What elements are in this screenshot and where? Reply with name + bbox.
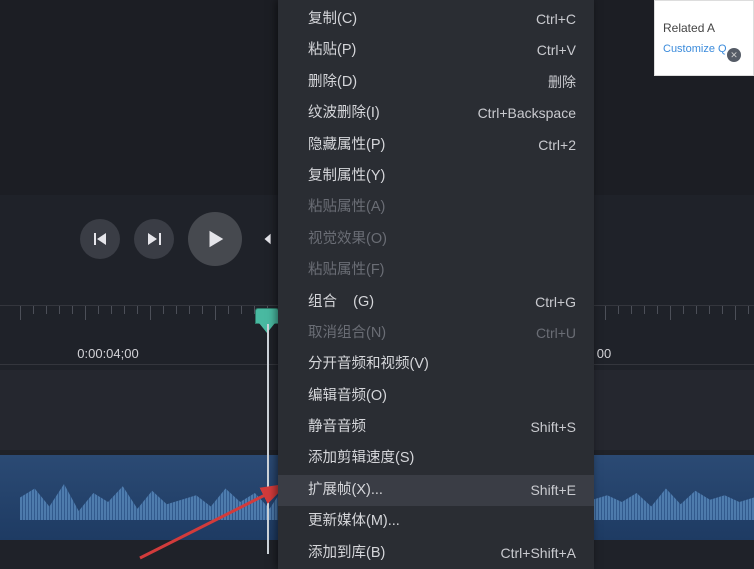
ruler-tick — [657, 306, 658, 314]
menu-item-shortcut: Shift+S — [530, 419, 576, 436]
menu-item-label: 扩展帧(X)... — [308, 482, 530, 499]
close-icon[interactable]: ✕ — [727, 48, 741, 62]
menu-item-label: 添加剪辑速度(S) — [308, 450, 576, 467]
menu-item-shortcut: Ctrl+C — [536, 11, 576, 28]
menu-item[interactable]: 复制属性(Y) — [278, 161, 594, 192]
menu-item[interactable]: 复制(C)Ctrl+C — [278, 4, 594, 35]
menu-item-label: 添加到库(B) — [308, 545, 501, 562]
menu-item-label: 编辑音频(O) — [308, 388, 576, 405]
ruler-tick — [670, 306, 671, 320]
menu-item-shortcut: Ctrl+U — [536, 325, 576, 342]
menu-item[interactable]: 更新媒体(M)... — [278, 506, 594, 537]
ruler-time-label: 00 — [597, 346, 611, 361]
ruler-tick — [137, 306, 138, 314]
menu-item-shortcut: 删除 — [548, 74, 576, 91]
ruler-tick — [124, 306, 125, 314]
menu-item-label: 视觉效果(O) — [308, 231, 576, 248]
ruler-tick — [98, 306, 99, 314]
ruler-tick — [46, 306, 47, 314]
menu-item[interactable]: 粘贴(P)Ctrl+V — [278, 35, 594, 66]
ruler-tick — [59, 306, 60, 314]
menu-item-shortcut: Ctrl+V — [537, 42, 576, 59]
menu-item-label: 分开音频和视频(V) — [308, 356, 576, 373]
menu-item-shortcut: Ctrl+Shift+A — [501, 545, 576, 562]
ruler-tick — [605, 306, 606, 320]
menu-item-label: 删除(D) — [308, 74, 548, 91]
menu-item-label: 粘贴属性(A) — [308, 199, 576, 216]
ruler-tick — [618, 306, 619, 314]
menu-item-label: 粘贴属性(F) — [308, 262, 576, 279]
ruler-tick — [176, 306, 177, 314]
step-back-button[interactable] — [256, 219, 280, 259]
ruler-tick — [33, 306, 34, 314]
menu-item-label: 取消组合(N) — [308, 325, 536, 342]
ruler-tick — [85, 306, 86, 320]
menu-item[interactable]: 静音音频Shift+S — [278, 412, 594, 443]
ruler-tick — [241, 306, 242, 314]
ruler-tick — [202, 306, 203, 314]
context-menu: 复制(C)Ctrl+C粘贴(P)Ctrl+V删除(D)删除纹波删除(I)Ctrl… — [278, 0, 594, 569]
related-label: Related A — [663, 21, 745, 35]
ruler-tick — [696, 306, 697, 314]
menu-item[interactable]: 编辑音频(O) — [278, 381, 594, 412]
menu-item[interactable]: 隐藏属性(P)Ctrl+2 — [278, 130, 594, 161]
ruler-tick — [631, 306, 632, 314]
menu-item[interactable]: 组合 (G)Ctrl+G — [278, 287, 594, 318]
ruler-tick — [683, 306, 684, 314]
menu-item: 取消组合(N)Ctrl+U — [278, 318, 594, 349]
menu-item-label: 纹波删除(I) — [308, 105, 478, 122]
menu-item-label: 复制属性(Y) — [308, 168, 576, 185]
menu-item-label: 粘贴(P) — [308, 42, 537, 59]
menu-item-shortcut: Ctrl+G — [535, 294, 576, 311]
ruler-tick — [163, 306, 164, 314]
ruler-tick — [20, 306, 21, 320]
ruler-tick — [748, 306, 749, 314]
playhead-handle[interactable] — [255, 308, 279, 324]
next-frame-button[interactable] — [134, 219, 174, 259]
transport-controls — [80, 212, 280, 266]
ruler-tick — [150, 306, 151, 320]
ruler-tick — [215, 306, 216, 320]
menu-item[interactable]: 添加剪辑速度(S) — [278, 443, 594, 474]
ruler-tick — [735, 306, 736, 320]
ruler-tick — [709, 306, 710, 314]
menu-item-label: 复制(C) — [308, 11, 536, 28]
menu-item-shortcut: Ctrl+2 — [538, 137, 576, 154]
menu-item-label: 隐藏属性(P) — [308, 137, 538, 154]
prev-frame-button[interactable] — [80, 219, 120, 259]
ruler-tick — [722, 306, 723, 314]
menu-item[interactable]: 分开音频和视频(V) — [278, 349, 594, 380]
play-button[interactable] — [188, 212, 242, 266]
right-side-panel: Related A Customize Q — [654, 0, 754, 76]
ruler-tick — [111, 306, 112, 314]
ruler-tick — [644, 306, 645, 314]
menu-item[interactable]: 删除(D)删除 — [278, 67, 594, 98]
ruler-tick — [189, 306, 190, 314]
menu-item-shortcut: Shift+E — [530, 482, 576, 499]
menu-item-label: 更新媒体(M)... — [308, 513, 576, 530]
playhead-line — [267, 324, 269, 554]
menu-item: 粘贴属性(A) — [278, 192, 594, 223]
menu-item-shortcut: Ctrl+Backspace — [478, 105, 576, 122]
menu-item[interactable]: 扩展帧(X)...Shift+E — [278, 475, 594, 506]
menu-item[interactable]: 纹波删除(I)Ctrl+Backspace — [278, 98, 594, 129]
menu-item[interactable]: 添加到库(B)Ctrl+Shift+A — [278, 538, 594, 569]
ruler-time-label: 0:00:04;00 — [77, 346, 138, 361]
menu-item-label: 组合 (G) — [308, 294, 535, 311]
playhead[interactable] — [255, 308, 279, 324]
ruler-tick — [228, 306, 229, 314]
menu-item: 视觉效果(O) — [278, 224, 594, 255]
ruler-tick — [72, 306, 73, 314]
menu-item-label: 静音音频 — [308, 419, 530, 436]
menu-item: 粘贴属性(F) — [278, 255, 594, 286]
